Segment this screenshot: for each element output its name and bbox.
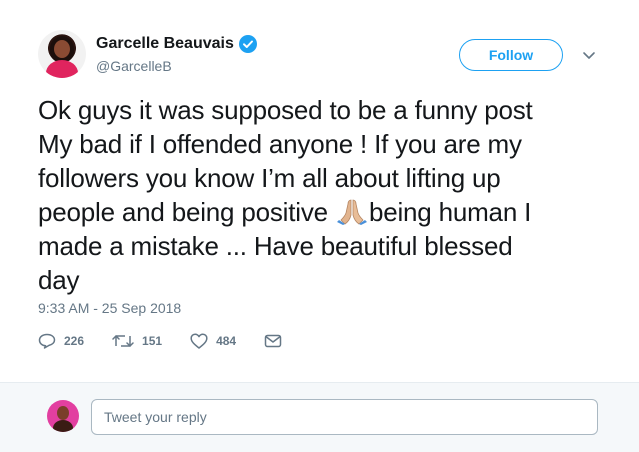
verified-badge-icon [238, 35, 257, 53]
tweet-line: Ok guys it was supposed to be a funny po… [38, 95, 533, 125]
author-avatar[interactable] [38, 30, 86, 78]
like-count: 484 [216, 334, 237, 348]
chevron-down-icon[interactable] [582, 49, 596, 61]
tweet-timestamp[interactable]: 9:33 AM - 25 Sep 2018 [38, 300, 181, 316]
tweet-line: day [38, 265, 80, 295]
like-action[interactable]: 484 [190, 333, 236, 349]
reply-count: 226 [64, 334, 85, 348]
tweet-line: made a mistake ... Have beautiful blesse… [38, 231, 513, 261]
tweet-actions: 226 151 484 [38, 333, 310, 349]
follow-button[interactable]: Follow [459, 39, 563, 71]
reply-composer: Tweet your reply [0, 382, 639, 452]
retweet-count: 151 [142, 334, 163, 348]
tweet-text: Ok guys it was supposed to be a funny po… [38, 93, 618, 297]
retweet-action[interactable]: 151 [112, 333, 162, 349]
tweet-card: Garcelle Beauvais @GarcelleB Follow Ok g… [0, 0, 639, 452]
heart-icon [190, 333, 208, 349]
tweet-line: My bad if I offended anyone ! If you are… [38, 129, 522, 159]
direct-message-action[interactable] [264, 334, 282, 348]
author-display-name[interactable]: Garcelle Beauvais [96, 35, 234, 53]
current-user-avatar [47, 400, 79, 432]
author-handle[interactable]: @GarcelleB [96, 58, 172, 74]
author-name-row[interactable]: Garcelle Beauvais [96, 35, 257, 53]
reply-action[interactable]: 226 [38, 333, 84, 349]
tweet-line-part: being human I [368, 197, 532, 227]
tweet-line: followers you know I’m all about lifting… [38, 163, 501, 193]
folded-hands-emoji-icon [336, 197, 367, 225]
reply-input[interactable]: Tweet your reply [91, 399, 598, 435]
tweet-line-part: people and being positive [38, 197, 335, 227]
reply-icon [38, 333, 56, 349]
tweet-line: people and being positive being human I [38, 195, 618, 229]
envelope-icon [264, 334, 282, 348]
retweet-icon [112, 335, 134, 347]
